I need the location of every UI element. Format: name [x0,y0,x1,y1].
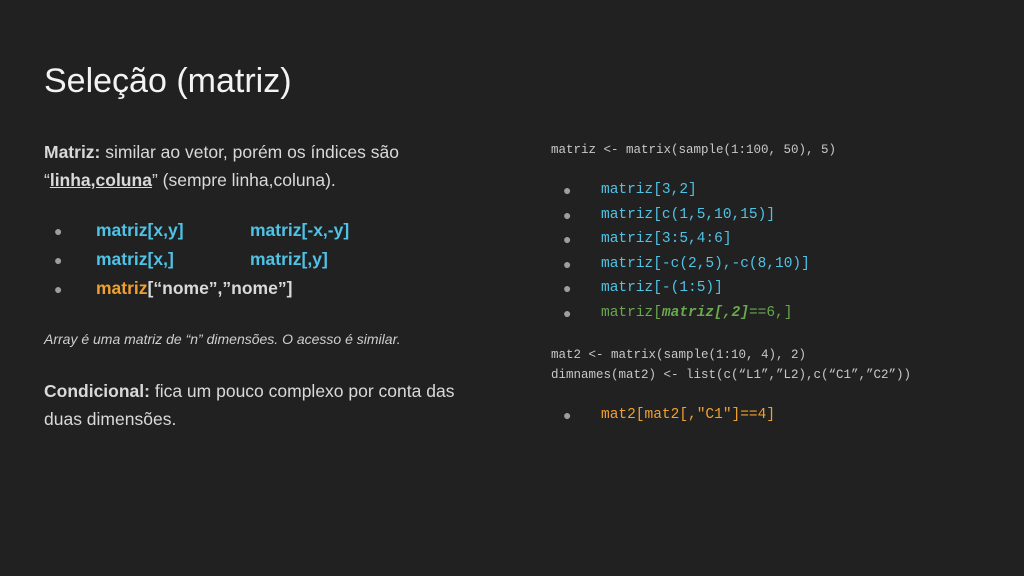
code-item: matriz[-(1:5)] [601,280,723,297]
bullet-icon: ● [54,251,63,268]
mat2-code-block: mat2 <- matrix(sample(1:10, 4), 2) dimna… [551,345,1011,385]
list-item: ● matriz[-(1:5)] [551,276,1011,301]
slide: Seleção (matriz) Matriz: similar ao veto… [0,0,1024,576]
code-matriz-nome: matriz[“nome”,”nome”] [96,278,292,299]
array-note: Array é uma matriz de “n” dimensões. O a… [44,331,401,347]
code-matriz-word: matriz [96,278,148,298]
code-line-matrix: matriz <- matrix(sample(1:100, 50), 5) [551,143,837,157]
code-item: matriz[3,2] [601,182,697,199]
bullet-icon: ● [563,206,572,223]
code-line-dimnames: dimnames(mat2) <- list(c(“L1”,”L2),c(“C1… [551,368,912,382]
code-matriz-x: matriz[x,] [96,249,174,269]
bullet-icon: ● [563,280,572,297]
list-item: ● matriz[“nome”,”nome”] [44,274,484,303]
code-item: matriz[c(1,5,10,15)] [601,206,776,223]
code-matriz-xy: matriz[x,y] [96,220,184,240]
code-matriz-neg-xy: matriz[-x,-y] [250,220,350,240]
code-nome-args: [“nome”,”nome”] [147,278,293,298]
condicional-label: Condicional: [44,381,150,401]
code-part: matriz[ [601,304,662,321]
list-item: ● matriz[c(1,5,10,15)] [551,203,1011,228]
list-item: ● matriz[matriz[,2]==6,] [551,301,1011,326]
code-item-mat2: mat2[mat2[,"C1"]==4] [601,407,776,424]
list-item: ● mat2[mat2[,"C1"]==4] [551,403,1011,428]
matriz-text2: ” (sempre linha,coluna). [151,170,336,190]
code-line-mat2: mat2 <- matrix(sample(1:10, 4), 2) [551,348,807,362]
right-column: matriz <- matrix(sample(1:100, 50), 5) ●… [551,140,1011,428]
bullet-icon: ● [563,407,572,424]
matriz-text1: similar ao vetor, porém os índices são [100,142,399,162]
bullet-icon: ● [563,231,572,248]
list-item: ● matriz[-c(2,5),-c(8,10)] [551,252,1011,277]
code-item: matriz[-c(2,5),-c(8,10)] [601,255,810,272]
bullet-icon: ● [563,304,572,321]
matriz-label: Matriz: [44,142,101,162]
mat2-bullet-list: ● mat2[mat2[,"C1"]==4] [551,403,1011,428]
bullet-icon: ● [54,280,63,297]
code-item-logical: matriz[matriz[,2]==6,] [601,305,792,321]
condicional-paragraph: Condicional: fica um pouco complexo por … [44,377,484,433]
matriz-bullet-list: ● matriz[x,y] matriz[-x,-y] ● matriz[x,]… [44,216,484,303]
matriz-paragraph: Matriz: similar ao vetor, porém os índic… [44,138,484,194]
list-item: ● matriz[x,] matriz[,y] [44,245,484,274]
linha-coluna-underlined: linha,coluna [49,170,152,190]
bullet-icon: ● [563,255,572,272]
code-matriz-y: matriz[,y] [250,249,328,269]
code-item: matriz[3:5,4:6] [601,231,732,248]
bullet-icon: ● [563,182,572,199]
list-item: ● matriz[x,y] matriz[-x,-y] [44,216,484,245]
code-part-bold: matriz[,2] [661,304,749,321]
left-column: Matriz: similar ao vetor, porém os índic… [44,138,484,433]
code-part: ==6,] [748,304,793,321]
list-item: ● matriz[3:5,4:6] [551,227,1011,252]
list-item: ● matriz[3,2] [551,178,1011,203]
bullet-icon: ● [54,222,63,239]
slide-title: Seleção (matriz) [44,62,292,100]
code-bullet-list: ● matriz[3,2] ● matriz[c(1,5,10,15)] ● matr… [551,178,1011,325]
